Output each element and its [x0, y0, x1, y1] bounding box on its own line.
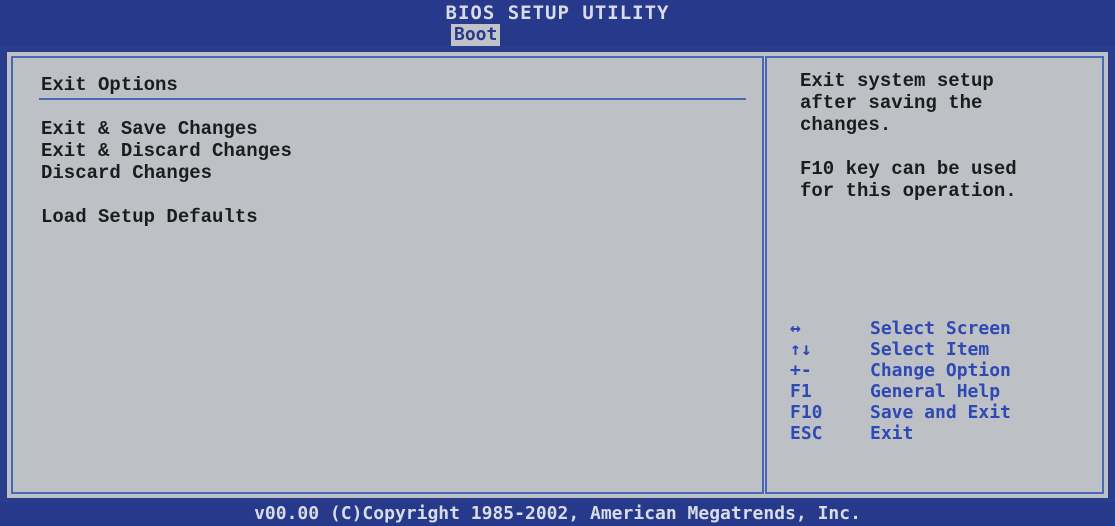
section-title: Exit Options: [41, 74, 178, 96]
esc-key: ESC: [790, 423, 823, 444]
key-description: Exit: [870, 423, 914, 444]
key-row-general-help: F1 General Help: [790, 381, 1011, 402]
section-divider: [39, 98, 746, 100]
menu-item-load-defaults[interactable]: Load Setup Defaults: [41, 206, 258, 228]
key-description: Select Screen: [870, 318, 1011, 339]
help-line: Exit system setup: [800, 70, 994, 92]
main-area: Exit Options Exit & Save Changes Exit & …: [7, 52, 1108, 498]
key-row-change-option: +- Change Option: [790, 360, 1011, 381]
f1-key: F1: [790, 381, 812, 402]
app-title: BIOS SETUP UTILITY: [445, 2, 670, 24]
tab-boot[interactable]: Boot: [451, 24, 501, 46]
key-row-select-item: ↑↓ Select Item: [790, 339, 1011, 360]
key-description: Select Item: [870, 339, 990, 360]
menu-item-exit-save[interactable]: Exit & Save Changes: [41, 118, 258, 140]
menu-item-exit-discard[interactable]: Exit & Discard Changes: [41, 140, 292, 162]
help-line: after saving the: [800, 92, 983, 114]
key-row-exit: ESC Exit: [790, 423, 1011, 444]
title-bar: BIOS SETUP UTILITY Boot: [0, 0, 1115, 46]
key-row-save-exit: F10 Save and Exit: [790, 402, 1011, 423]
tab-bar: Boot: [0, 24, 1115, 46]
key-description: Save and Exit: [870, 402, 1011, 423]
help-line: changes.: [800, 114, 892, 136]
menu-item-discard-changes[interactable]: Discard Changes: [41, 162, 212, 184]
key-description: Change Option: [870, 360, 1011, 381]
key-legend: ↔ Select Screen ↑↓ Select Item +- Change…: [790, 318, 1011, 444]
help-line: for this operation.: [800, 180, 1017, 202]
up-down-arrow-icon: ↑↓: [790, 339, 812, 360]
help-line: F10 key can be used: [800, 158, 1017, 180]
left-right-arrow-icon: ↔: [790, 318, 801, 339]
key-row-select-screen: ↔ Select Screen: [790, 318, 1011, 339]
key-description: General Help: [870, 381, 1001, 402]
f10-key: F10: [790, 402, 823, 423]
plus-minus-key: +-: [790, 360, 812, 381]
copyright-bar: v00.00 (C)Copyright 1985-2002, American …: [0, 502, 1115, 526]
